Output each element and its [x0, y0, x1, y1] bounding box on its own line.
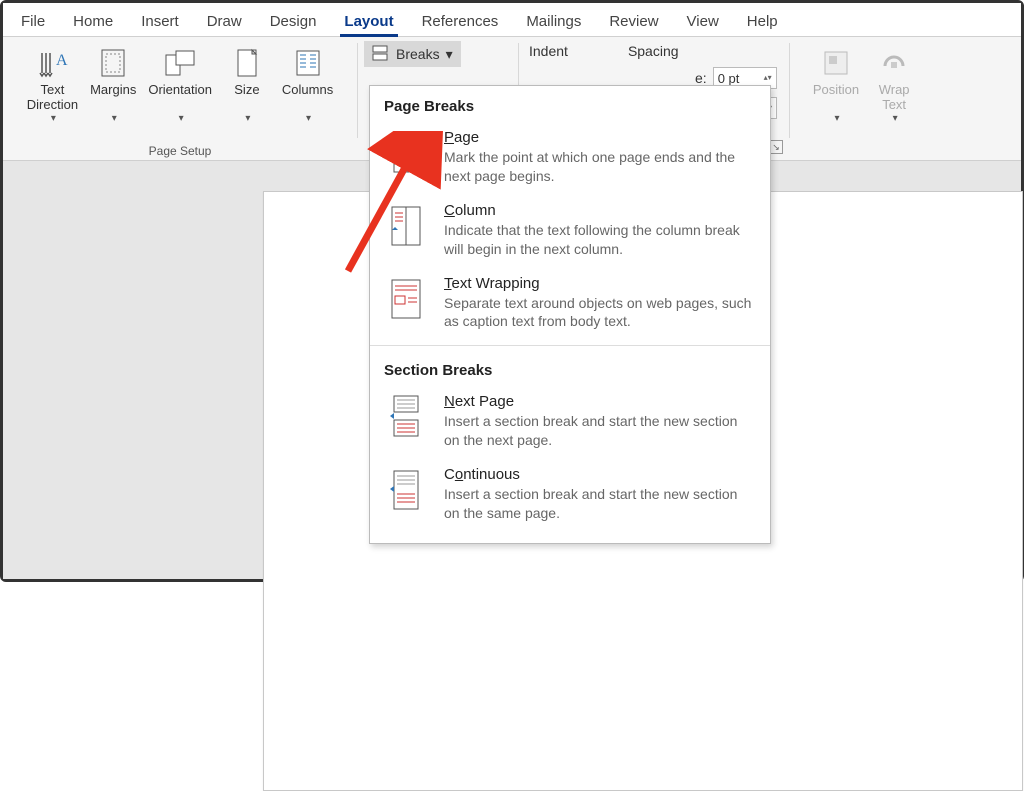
- tab-view[interactable]: View: [673, 7, 733, 36]
- tab-draw[interactable]: Draw: [193, 7, 256, 36]
- size-label: Size: [234, 83, 259, 98]
- chevron-down-icon: ▾: [834, 113, 839, 125]
- orientation-label: Orientation: [148, 83, 212, 98]
- break-page-title: Page: [444, 129, 756, 146]
- break-textwrap-desc: Separate text around objects on web page…: [444, 294, 756, 332]
- size-button[interactable]: Size ▾: [220, 41, 274, 124]
- break-nextpage-desc: Insert a section break and start the new…: [444, 412, 756, 450]
- tab-file[interactable]: File: [7, 7, 59, 36]
- page-setup-group-label: Page Setup: [3, 144, 357, 158]
- breaks-button[interactable]: Breaks ▾: [364, 41, 461, 67]
- break-page-desc: Mark the point at which one page ends an…: [444, 148, 756, 186]
- orientation-icon: [163, 45, 197, 81]
- break-textwrap-item[interactable]: Text Wrapping Separate text around objec…: [370, 269, 770, 342]
- chevron-down-icon: ▾: [306, 113, 311, 125]
- dropdown-separator: [370, 345, 770, 346]
- margins-icon: [97, 45, 129, 81]
- break-continuous-title: Continuous: [444, 466, 756, 483]
- text-direction-icon: A: [36, 45, 68, 81]
- tab-help[interactable]: Help: [733, 7, 792, 36]
- break-page-item[interactable]: Page Mark the point at which one page en…: [370, 123, 770, 196]
- break-nextpage-title: Next Page: [444, 393, 756, 410]
- section-breaks-header: Section Breaks: [370, 350, 770, 387]
- position-icon: [821, 45, 851, 81]
- break-textwrap-title: Text Wrapping: [444, 275, 756, 292]
- breaks-dropdown: Page Breaks Page Mark the point at which…: [369, 85, 771, 544]
- tab-home[interactable]: Home: [59, 7, 127, 36]
- wrap-text-button: Wrap Text▾: [867, 41, 921, 124]
- spinner-arrows-icon[interactable]: ▴▾: [764, 75, 772, 81]
- svg-text:A: A: [56, 52, 68, 69]
- page-break-icon: [384, 129, 428, 177]
- wrap-text-icon: [879, 45, 909, 81]
- spacing-before-label: e:: [695, 70, 707, 86]
- text-direction-label: Text Direction: [27, 83, 78, 113]
- position-button: Position ▾: [809, 41, 863, 124]
- spacing-before-value: 0 pt: [718, 71, 740, 86]
- tab-review[interactable]: Review: [595, 7, 672, 36]
- chevron-down-icon: ▾: [179, 113, 184, 125]
- break-continuous-desc: Insert a section break and start the new…: [444, 485, 756, 523]
- columns-icon: [293, 45, 323, 81]
- break-nextpage-item[interactable]: Next Page Insert a section break and sta…: [370, 387, 770, 460]
- position-label: Position: [813, 83, 859, 98]
- chevron-down-icon: ▾: [245, 113, 250, 125]
- margins-button[interactable]: Margins ▾: [86, 41, 140, 124]
- tab-mailings[interactable]: Mailings: [512, 7, 595, 36]
- chevron-down-icon: ▾: [112, 113, 117, 125]
- page-breaks-header: Page Breaks: [370, 86, 770, 123]
- break-column-desc: Indicate that the text following the col…: [444, 221, 756, 259]
- breaks-icon: [372, 45, 390, 64]
- indent-header: Indent: [529, 43, 568, 59]
- column-break-icon: [384, 202, 428, 250]
- text-wrapping-break-icon: [384, 275, 428, 323]
- break-continuous-item[interactable]: Continuous Insert a section break and st…: [370, 460, 770, 533]
- text-direction-button[interactable]: A Text Direction▾: [23, 41, 82, 124]
- break-column-title: Column: [444, 202, 756, 219]
- dialog-launcher-icon[interactable]: ↘: [769, 140, 783, 154]
- next-page-break-icon: [384, 393, 428, 441]
- group-arrange: Position▾ Wrap Text▾: [790, 37, 940, 160]
- size-icon: [232, 45, 262, 81]
- spacing-header: Spacing: [628, 43, 679, 59]
- columns-button[interactable]: Columns ▾: [278, 41, 337, 124]
- chevron-down-icon: ▾: [446, 46, 453, 63]
- wrap-text-label: Wrap Text: [879, 83, 910, 113]
- chevron-down-icon: ▾: [893, 113, 898, 125]
- group-page-setup: A Text Direction▾ Margins▾ Orientation▾: [3, 37, 357, 160]
- break-column-item[interactable]: Column Indicate that the text following …: [370, 196, 770, 269]
- orientation-button[interactable]: Orientation ▾: [144, 41, 216, 124]
- columns-label: Columns: [282, 83, 333, 98]
- margins-label: Margins: [90, 83, 136, 98]
- tab-layout[interactable]: Layout: [330, 7, 407, 36]
- breaks-label: Breaks: [396, 46, 440, 62]
- ribbon-tabs: File Home Insert Draw Design Layout Refe…: [3, 3, 1021, 37]
- tab-design[interactable]: Design: [256, 7, 331, 36]
- continuous-break-icon: [384, 466, 428, 514]
- chevron-down-icon: ▾: [51, 113, 56, 125]
- tab-references[interactable]: References: [408, 7, 513, 36]
- tab-insert[interactable]: Insert: [127, 7, 193, 36]
